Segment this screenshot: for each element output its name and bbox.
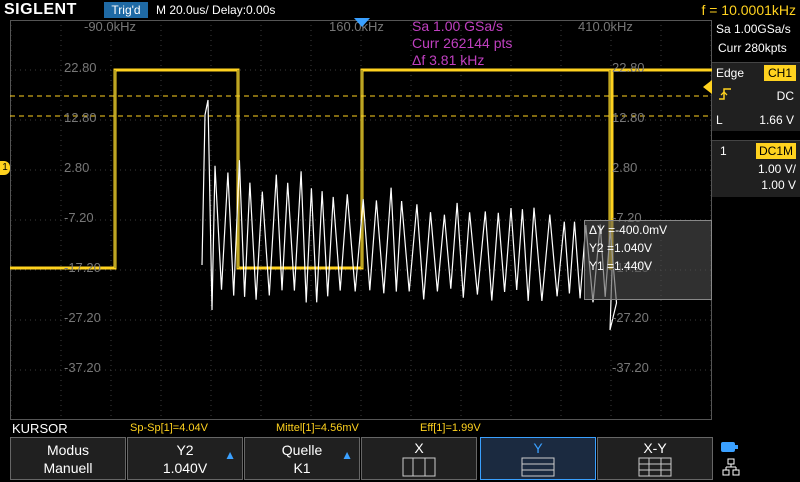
softkey-xy-cursor[interactable]: X-Y <box>597 437 713 480</box>
usb-icon <box>720 440 738 459</box>
xy-cursor-icon <box>638 457 672 477</box>
x-cursor-icon <box>402 457 436 477</box>
frequency-readout: f = 10.0001kHz <box>701 2 796 18</box>
softkey-x-cursor[interactable]: X <box>361 437 477 480</box>
y-axis-label: 2.80 <box>64 160 90 175</box>
cursor-y2: Y2 =1.040V <box>589 241 653 255</box>
adjust-knob-icon: ▲ <box>224 448 236 462</box>
trigger-status-badge[interactable]: Trig'd <box>104 2 148 18</box>
softkey-mode[interactable]: Modus Manuell <box>10 437 126 480</box>
softkey-mode-value: Manuell <box>43 460 93 476</box>
cursor-y1: Y1 =1.440V <box>589 259 653 273</box>
softkey-y2[interactable]: Y2 1.040V ▲ <box>127 437 243 480</box>
y-axis-label: -27.20 <box>612 310 649 325</box>
fft-resolution: Δf 3.81 kHz <box>412 52 485 68</box>
fft-info: Sa 1.00 GSa/s Curr 262144 pts Δf 3.81 kH… <box>412 18 512 69</box>
softkey-x-title: X <box>414 440 424 456</box>
trigger-panel[interactable]: Edge CH1 DC L 1.66 V <box>712 62 800 131</box>
y-axis-label: 12.80 <box>612 110 645 125</box>
channel-offset: 1.00 V <box>761 178 796 192</box>
fft-trace <box>201 99 618 331</box>
ch1-offset-marker[interactable]: 1 <box>0 161 10 175</box>
trigger-position-marker[interactable] <box>354 18 370 27</box>
right-info-panel: Sa 1.00GSa/s Curr 280kpts Edge CH1 DC L … <box>712 20 800 420</box>
fft-stop-label: 410.0kHz <box>578 19 633 34</box>
y-axis-label: 22.80 <box>64 60 97 75</box>
fft-sample-rate: Sa 1.00 GSa/s <box>412 18 504 34</box>
softkey-mode-title: Modus <box>46 442 90 458</box>
measurement-bar: KURSOR Sp-Sp[1]=4.04V Mittel[1]=4.56mV E… <box>0 421 800 436</box>
fft-start-label: -90.0kHz <box>84 19 137 34</box>
channel-scale: 1.00 V/ <box>757 162 796 176</box>
trigger-level-value: 1.66 V <box>759 113 794 127</box>
softkey-source[interactable]: Quelle K1 ▲ <box>244 437 360 480</box>
cursor-delta-y: ΔY =-400.0mV <box>589 223 668 237</box>
network-icon <box>722 458 740 481</box>
measure-peak-peak: Sp-Sp[1]=4.04V <box>130 422 208 434</box>
cursor-readout: ΔY =-400.0mV Y2 =1.040V Y1 =1.440V <box>584 220 712 300</box>
measure-rms: Eff[1]=1.99V <box>420 422 481 434</box>
softkey-xy-title: X-Y <box>643 440 667 456</box>
brand-logo: SIGLENT <box>4 1 77 18</box>
softkey-y-title: Y <box>533 440 543 456</box>
channel-coupling-badge: DC1M <box>756 143 796 159</box>
measure-mean: Mittel[1]=4.56mV <box>276 422 359 434</box>
y-axis-label: 12.80 <box>64 110 97 125</box>
menu-title: KURSOR <box>12 421 68 436</box>
timebase-readout[interactable]: M 20.0us/ Delay:0.00s <box>156 2 275 18</box>
channel-number: 1 <box>720 144 727 158</box>
trigger-type: Edge <box>716 66 745 80</box>
trigger-level-label: L <box>716 113 723 127</box>
fft-points: Curr 262144 pts <box>412 35 513 51</box>
y-axis-label: 22.80 <box>612 60 645 75</box>
adjust-knob-icon: ▲ <box>341 448 353 462</box>
channel1-panel[interactable]: 1 DC1M 1.00 V/ 1.00 V <box>712 140 800 197</box>
trigger-source-badge[interactable]: CH1 <box>764 65 796 81</box>
y-axis-label: -27.20 <box>64 310 101 325</box>
y-axis-label: -37.20 <box>64 360 101 375</box>
y-cursor-icon <box>521 457 555 477</box>
acq-sample-rate: Sa 1.00GSa/s <box>716 22 791 36</box>
rising-edge-icon <box>718 87 732 104</box>
trigger-coupling: DC <box>776 89 794 103</box>
y-axis-label: -37.20 <box>612 360 649 375</box>
trigger-level-marker[interactable] <box>703 80 712 94</box>
y-axis-label: 2.80 <box>612 160 638 175</box>
y-axis-label: -7.20 <box>64 210 94 225</box>
acq-memory-depth: Curr 280kpts <box>718 41 787 55</box>
y-axis-label: -17.20 <box>64 260 101 275</box>
softkey-y-cursor[interactable]: Y <box>480 437 596 480</box>
